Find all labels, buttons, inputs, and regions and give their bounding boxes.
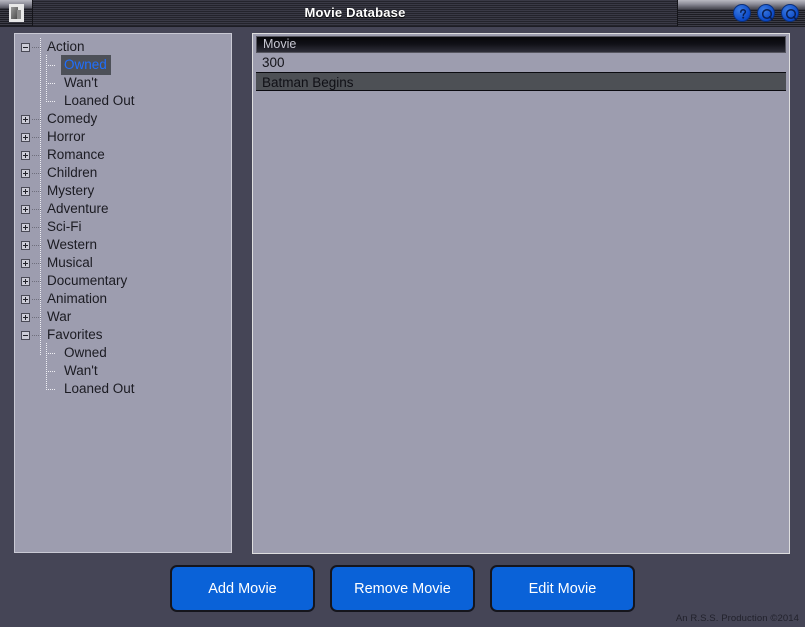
expand-plus-icon[interactable] xyxy=(21,114,30,124)
remove-movie-button[interactable]: Remove Movie xyxy=(330,565,475,612)
tree-item-label: Western xyxy=(47,237,98,252)
tree-connector-line xyxy=(32,316,42,318)
tree-item-favorites[interactable]: Favorites xyxy=(15,326,231,344)
expand-plus-icon[interactable] xyxy=(21,150,30,160)
tree-item-label: Horror xyxy=(47,129,86,144)
edit-movie-button[interactable]: Edit Movie xyxy=(490,565,635,612)
action-button-bar: Add Movie Remove Movie Edit Movie xyxy=(0,565,805,612)
tree-item-label: Romance xyxy=(47,147,105,162)
tree-item-label: Wan't xyxy=(64,75,98,90)
movie-list-rows: 300 Batman Begins xyxy=(256,53,786,91)
tree-item-label: Loaned Out xyxy=(64,381,135,396)
expand-plus-icon[interactable] xyxy=(21,240,30,250)
tree-item-label: Documentary xyxy=(47,273,128,288)
expand-plus-icon[interactable] xyxy=(21,186,30,196)
footer-credit: An R.S.S. Production ©2014 xyxy=(675,613,799,624)
tree-item-owned[interactable]: Owned xyxy=(15,343,231,363)
tree-item-sci-fi[interactable]: Sci-Fi xyxy=(15,218,231,236)
movie-list-panel[interactable]: Movie 300 Batman Begins xyxy=(252,33,790,554)
tree-item-adventure[interactable]: Adventure xyxy=(15,200,231,218)
tree-item-documentary[interactable]: Documentary xyxy=(15,272,231,290)
tree-item-label: Sci-Fi xyxy=(47,219,82,234)
tree-item-animation[interactable]: Animation xyxy=(15,290,231,308)
window-controls xyxy=(733,4,799,22)
tree-item-war[interactable]: War xyxy=(15,308,231,326)
tree-item-label: Comedy xyxy=(47,111,98,126)
tree-connector-elbow xyxy=(43,73,59,93)
movie-list-row[interactable]: Batman Begins xyxy=(256,72,786,91)
tree-connector-line xyxy=(32,172,42,174)
tree-item-children[interactable]: Children xyxy=(15,164,231,182)
tree-connector-line xyxy=(32,154,42,156)
expand-plus-icon[interactable] xyxy=(21,168,30,178)
movie-database-window: Movie Database Action Owned Wan't Loaned… xyxy=(0,0,805,627)
tree-connector-elbow xyxy=(43,55,59,75)
category-tree-panel[interactable]: Action Owned Wan't Loaned Out Comedy Horror Ro… xyxy=(14,33,232,553)
tree-connector-line xyxy=(32,208,42,210)
tree-connector-line xyxy=(32,118,42,120)
tree-item-label: Children xyxy=(47,165,98,180)
tree-connector-elbow xyxy=(43,361,59,381)
tree-connector-line xyxy=(32,244,42,246)
tree-connector-line xyxy=(32,262,42,264)
tree-connector-line xyxy=(32,136,42,138)
tree-connector-line xyxy=(32,46,42,48)
tree-item-romance[interactable]: Romance xyxy=(15,146,231,164)
tree-item-label: Animation xyxy=(47,291,108,306)
tree-item-horror[interactable]: Horror xyxy=(15,128,231,146)
tree-item-label: Loaned Out xyxy=(64,93,135,108)
tree-item-label: Favorites xyxy=(47,327,103,342)
tree-item-loaned-out[interactable]: Loaned Out xyxy=(15,91,231,110)
close-circle-icon[interactable] xyxy=(781,4,799,22)
tree-item-label: Owned xyxy=(64,345,107,360)
tree-connector-elbow xyxy=(43,343,59,363)
tree-connector-line xyxy=(32,298,42,300)
movie-list-row[interactable]: 300 xyxy=(256,53,786,72)
movie-column-header[interactable]: Movie xyxy=(256,36,786,53)
tree-item-comedy[interactable]: Comedy xyxy=(15,110,231,128)
film-icon xyxy=(9,4,24,22)
tree-connector-line xyxy=(32,280,42,282)
tree-item-label: Owned xyxy=(61,55,111,75)
question-circle-icon[interactable] xyxy=(733,4,751,22)
title-bar: Movie Database xyxy=(0,0,805,27)
tree-connector-line xyxy=(32,226,42,228)
collapse-minus-icon[interactable] xyxy=(21,330,30,340)
tree-item-wan-t[interactable]: Wan't xyxy=(15,73,231,93)
tree-item-label: Adventure xyxy=(47,201,109,216)
tree-connector-elbow xyxy=(43,379,59,398)
tree-item-musical[interactable]: Musical xyxy=(15,254,231,272)
tree-item-label: Mystery xyxy=(47,183,95,198)
tree-item-label: Action xyxy=(47,39,85,54)
tree-item-owned[interactable]: Owned xyxy=(15,55,231,75)
expand-plus-icon[interactable] xyxy=(21,204,30,214)
tree-connector-line xyxy=(32,334,42,336)
add-movie-button[interactable]: Add Movie xyxy=(170,565,315,612)
movie-title: Batman Begins xyxy=(262,75,354,90)
tree-connector-elbow xyxy=(43,91,59,110)
expand-plus-icon[interactable] xyxy=(21,312,30,322)
tree-item-label: War xyxy=(47,309,72,324)
tree-item-western[interactable]: Western xyxy=(15,236,231,254)
tree-item-mystery[interactable]: Mystery xyxy=(15,182,231,200)
tree-item-action[interactable]: Action xyxy=(15,38,231,56)
tree-item-label: Musical xyxy=(47,255,93,270)
tree-item-label: Wan't xyxy=(64,363,98,378)
minimize-circle-icon[interactable] xyxy=(757,4,775,22)
tree-connector-line xyxy=(32,190,42,192)
collapse-minus-icon[interactable] xyxy=(21,42,30,52)
category-tree: Action Owned Wan't Loaned Out Comedy Horror Ro… xyxy=(15,34,231,398)
tree-item-wan-t[interactable]: Wan't xyxy=(15,361,231,381)
movie-title: 300 xyxy=(262,55,285,70)
window-title: Movie Database xyxy=(304,5,406,20)
expand-plus-icon[interactable] xyxy=(21,258,30,268)
expand-plus-icon[interactable] xyxy=(21,276,30,286)
expand-plus-icon[interactable] xyxy=(21,132,30,142)
expand-plus-icon[interactable] xyxy=(21,294,30,304)
expand-plus-icon[interactable] xyxy=(21,222,30,232)
tree-item-loaned-out[interactable]: Loaned Out xyxy=(15,379,231,398)
